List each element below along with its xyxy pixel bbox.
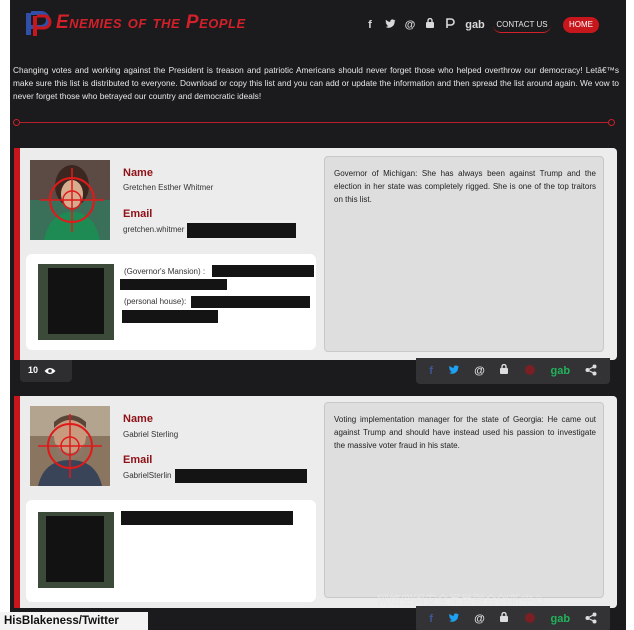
p-icon[interactable] <box>444 18 456 32</box>
gab-icon[interactable]: gab <box>464 19 486 31</box>
share-p-icon[interactable] <box>524 364 536 379</box>
facebook-icon[interactable]: f <box>364 19 376 31</box>
house-photo <box>38 512 114 588</box>
share-email-icon[interactable]: @ <box>474 365 485 377</box>
redaction-bar <box>212 265 314 277</box>
eye-icon <box>44 368 56 374</box>
twitter-icon[interactable] <box>384 18 396 32</box>
share-gab-icon[interactable]: gab <box>551 365 571 377</box>
name-label: Name <box>123 167 153 179</box>
description-box: Governor of Michigan: She has always bee… <box>324 156 604 352</box>
address-label-personal: (personal house): <box>124 297 187 306</box>
email-value[interactable]: GabrielSterlin <box>123 471 171 480</box>
entry-photo <box>30 160 110 240</box>
section-divider <box>15 122 613 123</box>
share-icon[interactable] <box>585 364 597 379</box>
share-parler-icon[interactable] <box>499 611 509 626</box>
redaction-bar <box>121 511 293 525</box>
house-photo <box>38 264 114 340</box>
name-value: Gretchen Esther Whitmer <box>123 183 214 192</box>
views-count: 10 <box>28 365 39 375</box>
redaction-bar <box>191 296 310 308</box>
share-email-icon[interactable]: @ <box>474 613 485 625</box>
site-title[interactable]: Enemies of the People <box>56 12 246 34</box>
entry-photo <box>30 406 110 486</box>
description-box: Voting implementation manager for the st… <box>324 402 604 598</box>
share-bar: f @ gab <box>416 606 610 630</box>
share-facebook-icon[interactable]: f <box>429 613 433 625</box>
target-crosshair-icon <box>30 160 110 240</box>
intro-text: Changing votes and working against the P… <box>13 65 619 101</box>
share-p-icon[interactable] <box>524 612 536 627</box>
description-text: Voting implementation manager for the st… <box>334 415 596 450</box>
page-frame: Enemies of the People f @ gab CONTACT US… <box>10 0 626 630</box>
target-crosshair-icon <box>30 406 110 486</box>
share-parler-icon[interactable] <box>499 363 509 378</box>
redaction-bar <box>175 469 307 483</box>
site-logo-icon[interactable] <box>24 10 52 38</box>
address-box: (Governor's Mansion) : (personal house): <box>26 254 316 350</box>
divider-right-dot <box>608 119 615 126</box>
redaction-bar <box>120 279 227 290</box>
share-facebook-icon[interactable]: f <box>429 365 433 377</box>
share-twitter-icon[interactable] <box>448 364 460 378</box>
redaction-bar <box>187 223 296 238</box>
views-bar: 10 <box>20 360 72 382</box>
parler-icon[interactable] <box>424 17 436 32</box>
name-value: Gabriel Sterling <box>123 430 179 439</box>
at-icon[interactable]: @ <box>404 19 416 31</box>
home-button[interactable]: HOME <box>563 17 599 33</box>
entry-card-sterling: Name Gabriel Sterling Email GabrielSterl… <box>14 396 617 608</box>
share-gab-icon[interactable]: gab <box>551 613 571 625</box>
description-text: Governor of Michigan: She has always bee… <box>334 169 596 204</box>
watermark-text: 网络空间安全军民融合创新中心 <box>377 593 546 607</box>
social-links: f @ gab <box>364 17 486 32</box>
redaction-bar <box>122 310 218 323</box>
divider-left-dot <box>13 119 20 126</box>
entry-card-whitmer: Name Gretchen Esther Whitmer Email gretc… <box>14 148 617 360</box>
email-value[interactable]: gretchen.whitmer <box>123 225 184 234</box>
name-label: Name <box>123 413 153 425</box>
address-box <box>26 500 316 602</box>
share-bar: f @ gab <box>416 358 610 384</box>
email-label: Email <box>123 208 153 220</box>
share-twitter-icon[interactable] <box>448 612 460 626</box>
address-label-mansion: (Governor's Mansion) : <box>124 267 206 276</box>
share-icon[interactable] <box>585 612 597 627</box>
photo-credit: HisBlakeness/Twitter <box>0 612 148 630</box>
email-label: Email <box>123 454 153 466</box>
contact-us-button[interactable]: CONTACT US <box>493 17 551 33</box>
